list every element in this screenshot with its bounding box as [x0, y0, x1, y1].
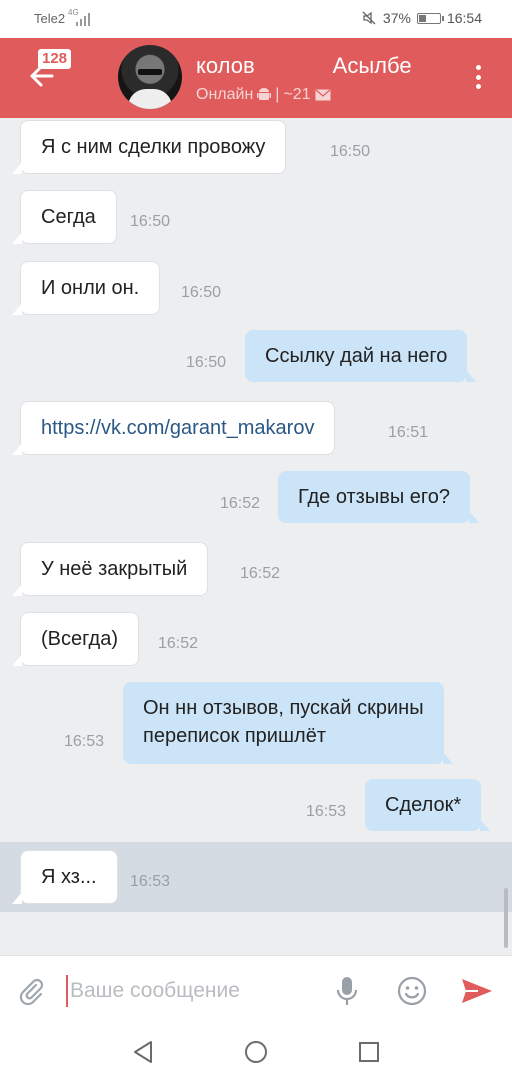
send-icon[interactable] — [460, 976, 494, 1006]
system-nav-bar — [0, 1025, 512, 1080]
more-vertical-icon[interactable] — [474, 65, 482, 89]
nav-recents-icon[interactable] — [358, 1041, 380, 1063]
message-time: 16:53 — [130, 873, 171, 890]
message-time: 16:52 — [240, 565, 281, 582]
nav-home-icon[interactable] — [244, 1040, 268, 1064]
message-outgoing[interactable]: Где отзывы его? — [278, 471, 480, 523]
avatar[interactable] — [118, 45, 182, 109]
message-incoming[interactable]: И онли он. — [11, 261, 161, 315]
contact-name-first: колов — [196, 53, 255, 78]
message-time: 16:50 — [130, 213, 171, 230]
scrollbar[interactable] — [504, 888, 508, 948]
message-input[interactable] — [70, 974, 320, 1008]
message-line: переписок пришлёт — [143, 725, 326, 747]
message-incoming[interactable]: Я с ним сделки провожу — [11, 120, 287, 174]
contact-name-last: Асылбе — [332, 53, 412, 78]
composer — [0, 955, 512, 1025]
message-outgoing[interactable]: Он нн отзывов, пускай скрины переписок п… — [123, 682, 453, 764]
message-incoming[interactable]: У неё закрытый — [11, 542, 209, 596]
message-time: 16:53 — [306, 803, 347, 820]
android-icon — [257, 88, 272, 100]
status-bar: Tele2 4G 37% 16:54 — [0, 0, 512, 38]
contact-status: Онлайн | ~21 — [196, 86, 331, 104]
message-incoming[interactable]: Я хз... — [12, 850, 118, 904]
message-time: 16:53 — [64, 733, 105, 750]
status-right: 37% 16:54 — [361, 10, 482, 26]
message-time: 16:50 — [186, 354, 227, 371]
message-line: Он нн отзывов, пускай скрины — [143, 697, 424, 719]
signal-icon — [76, 12, 90, 26]
smile-icon[interactable] — [396, 975, 428, 1007]
message-list[interactable]: Я с ним сделки провожу 16:50 Сегда 16:50… — [0, 118, 512, 955]
text-cursor — [66, 975, 68, 1007]
battery-icon — [416, 12, 444, 24]
paperclip-icon[interactable] — [16, 976, 46, 1006]
nav-back-icon[interactable] — [132, 1040, 154, 1064]
clock: 16:54 — [446, 10, 482, 26]
battery-percent: 37% — [382, 10, 411, 26]
message-time: 16:52 — [158, 635, 199, 652]
status-separator: | — [275, 86, 280, 103]
mute-icon — [362, 11, 376, 25]
avatar-glasses — [138, 69, 162, 75]
message-outgoing[interactable]: Сделок* — [365, 779, 491, 831]
message-outgoing[interactable]: Ссылку дай на него — [245, 330, 477, 382]
message-time: 16:50 — [330, 143, 371, 160]
carrier-label: Tele2 — [34, 11, 66, 26]
unread-badge: 128 — [38, 49, 72, 69]
message-link[interactable]: https://vk.com/garant_makarov — [11, 401, 336, 455]
avatar-figure — [128, 89, 172, 109]
message-time: 16:52 — [220, 495, 261, 512]
microphone-icon[interactable] — [334, 975, 360, 1007]
envelope-icon — [315, 89, 331, 101]
contact-age: ~21 — [283, 86, 311, 103]
message-time: 16:50 — [181, 284, 222, 301]
message-incoming[interactable]: Сегда — [12, 190, 117, 244]
contact-name[interactable]: колов Асылбе — [196, 53, 436, 79]
message-time: 16:51 — [388, 424, 429, 441]
message-incoming[interactable]: (Всегда) — [12, 612, 139, 666]
online-label: Онлайн — [196, 86, 254, 103]
chat-header: 128 колов Асылбе Онлайн | ~21 — [0, 38, 512, 118]
